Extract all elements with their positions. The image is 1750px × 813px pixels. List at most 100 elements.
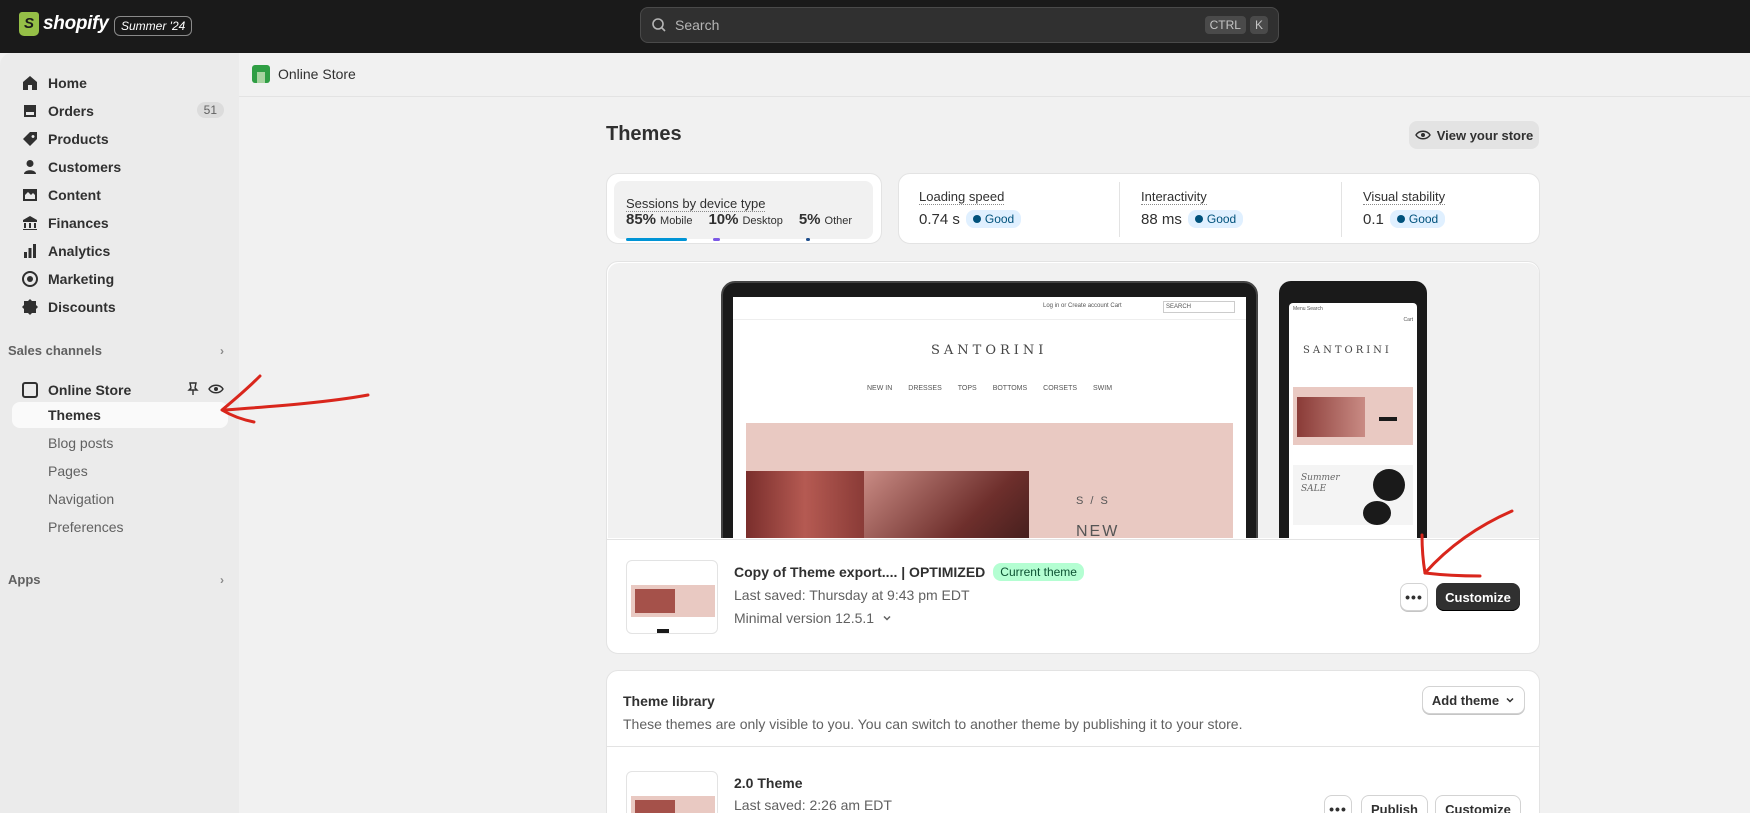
sidebar-item-analytics[interactable]: Analytics <box>12 238 228 264</box>
status-dot-icon <box>1194 215 1203 223</box>
sidebar-item-navigation[interactable]: Navigation <box>12 486 228 512</box>
sales-channels-label: Sales channels <box>8 343 102 358</box>
mobile-share-bar <box>626 238 687 241</box>
target-icon <box>22 271 38 287</box>
thumbnail-detail <box>657 629 669 633</box>
publish-button[interactable]: Publish <box>1361 795 1428 813</box>
interactivity-metric[interactable]: Interactivity 88 ms Good <box>1141 188 1244 228</box>
shopify-logo[interactable]: shopify <box>19 12 109 36</box>
mobile-pct: 85% <box>626 211 657 228</box>
desktop-preview-screen: Log in or Create account Cart SEARCH SAN… <box>733 297 1246 538</box>
status-label: Good <box>1408 212 1439 226</box>
chart-icon <box>24 244 36 258</box>
current-theme-thumbnail[interactable] <box>626 560 718 634</box>
customize-button[interactable]: Customize <box>1436 583 1520 611</box>
current-theme-card: Log in or Create account Cart SEARCH SAN… <box>606 261 1540 654</box>
sidebar-item-label: Content <box>48 187 101 203</box>
visual-stability-metric[interactable]: Visual stability 0.1 Good <box>1363 188 1446 228</box>
preview-phone-cart: Cart <box>1403 317 1413 323</box>
other-label: Other <box>824 215 853 227</box>
sidebar-item-label: Products <box>48 131 109 147</box>
mobile-preview: Menu Search Cart SANTORINI Summer SALE <box>1279 281 1427 538</box>
current-theme-badge: Current theme <box>993 563 1084 581</box>
preview-nav-item: SWIM <box>1093 385 1113 392</box>
preview-nav-item: NEW IN <box>867 385 893 392</box>
loading-speed-metric[interactable]: Loading speed 0.74 s Good <box>919 188 1022 228</box>
apps-header[interactable]: Apps › <box>8 572 224 587</box>
home-icon <box>23 76 37 90</box>
sidebar-item-label: Marketing <box>48 271 115 287</box>
content-icon <box>23 189 37 201</box>
sidebar-item-label: Orders <box>48 103 94 119</box>
search-input[interactable]: Search CTRL K <box>640 7 1279 43</box>
status-dot-icon <box>972 215 981 223</box>
sidebar-item-online-store[interactable]: Online Store <box>12 376 228 404</box>
eye-icon[interactable] <box>208 382 224 396</box>
breadcrumb-label: Online Store <box>278 66 356 82</box>
preview-hero-image <box>746 471 864 538</box>
metric-divider <box>1341 182 1342 237</box>
preview-phone-brand: SANTORINI <box>1303 345 1392 356</box>
mobile-preview-screen: Menu Search Cart SANTORINI Summer SALE <box>1289 303 1417 538</box>
sidebar-item-label: Online Store <box>48 382 132 398</box>
sidebar-item-label: Finances <box>48 215 109 231</box>
chevron-right-icon: › <box>220 343 224 358</box>
preview-phone-button <box>1379 417 1397 421</box>
preview-nav-item: CORSETS <box>1043 385 1078 392</box>
sidebar-item-content[interactable]: Content <box>12 182 228 208</box>
view-store-button[interactable]: View your store <box>1409 121 1539 149</box>
sidebar: Home Orders 51 Products Customers Conten… <box>0 53 239 813</box>
preview-divider <box>733 319 1246 320</box>
library-theme-more-button[interactable]: ••• <box>1324 795 1352 813</box>
desktop-preview: Log in or Create account Cart SEARCH SAN… <box>721 281 1258 538</box>
metric-label: Visual stability <box>1363 189 1446 205</box>
preview-hero-image <box>864 471 1029 538</box>
shortcut-k: K <box>1249 16 1268 34</box>
edition-badge[interactable]: Summer '24 <box>114 16 193 36</box>
add-theme-button[interactable]: Add theme <box>1422 686 1525 714</box>
metric-divider <box>1119 182 1120 237</box>
shopify-bag-icon <box>19 12 39 36</box>
sidebar-item-discounts[interactable]: Discounts <box>12 294 228 320</box>
desktop-label: Desktop <box>742 215 783 227</box>
theme-preview[interactable]: Log in or Create account Cart SEARCH SAN… <box>608 263 1539 538</box>
sidebar-item-orders[interactable]: Orders 51 <box>12 98 228 124</box>
sidebar-item-pages[interactable]: Pages <box>12 458 228 484</box>
thumbnail-image <box>631 585 715 617</box>
sidebar-item-products[interactable]: Products <box>12 126 228 152</box>
bank-icon <box>23 216 37 230</box>
header-divider <box>239 96 1750 97</box>
theme-version-toggle[interactable]: Minimal version 12.5.1 <box>734 610 892 626</box>
preview-top-links: Log in or Create account Cart <box>1043 303 1122 309</box>
metric-value: 88 ms <box>1141 210 1182 228</box>
breadcrumb[interactable]: Online Store <box>252 65 356 83</box>
sidebar-item-finances[interactable]: Finances <box>12 210 228 236</box>
sidebar-item-customers[interactable]: Customers <box>12 154 228 180</box>
other-pct: 5% <box>798 211 821 228</box>
theme-library-title: Theme library <box>623 693 715 709</box>
current-theme-more-button[interactable]: ••• <box>1400 583 1428 611</box>
sidebar-item-marketing[interactable]: Marketing <box>12 266 228 292</box>
library-theme-name: 2.0 Theme <box>734 775 803 791</box>
view-store-label: View your store <box>1436 127 1534 143</box>
sidebar-item-preferences[interactable]: Preferences <box>12 514 228 540</box>
current-theme-name: Copy of Theme export.... | OPTIMIZED <box>734 564 986 580</box>
library-theme-thumbnail[interactable] <box>626 771 718 813</box>
sessions-panel[interactable]: Sessions by device type 85% Mobile 10% D… <box>614 181 873 241</box>
sidebar-item-blog-posts[interactable]: Blog posts <box>12 430 228 456</box>
library-customize-button[interactable]: Customize <box>1435 795 1521 813</box>
sales-channels-header[interactable]: Sales channels › <box>8 343 224 358</box>
preview-nav-item: TOPS <box>957 385 977 392</box>
preview-hero-banner: S / S NEW <box>746 423 1233 538</box>
sidebar-item-label: Customers <box>48 159 122 175</box>
pin-icon[interactable] <box>186 382 200 396</box>
preview-phone-sale: Summer SALE <box>1293 465 1413 525</box>
online-store-icon <box>252 65 270 83</box>
sidebar-item-home[interactable]: Home <box>12 70 228 96</box>
current-theme-last-saved: Last saved: Thursday at 9:43 pm EDT <box>734 587 970 603</box>
sidebar-item-themes[interactable]: Themes <box>12 402 228 428</box>
add-theme-label: Add theme <box>1431 692 1500 708</box>
preview-balloon <box>1363 501 1391 525</box>
status-label: Good <box>984 212 1015 226</box>
chevron-down-icon <box>1506 697 1514 703</box>
